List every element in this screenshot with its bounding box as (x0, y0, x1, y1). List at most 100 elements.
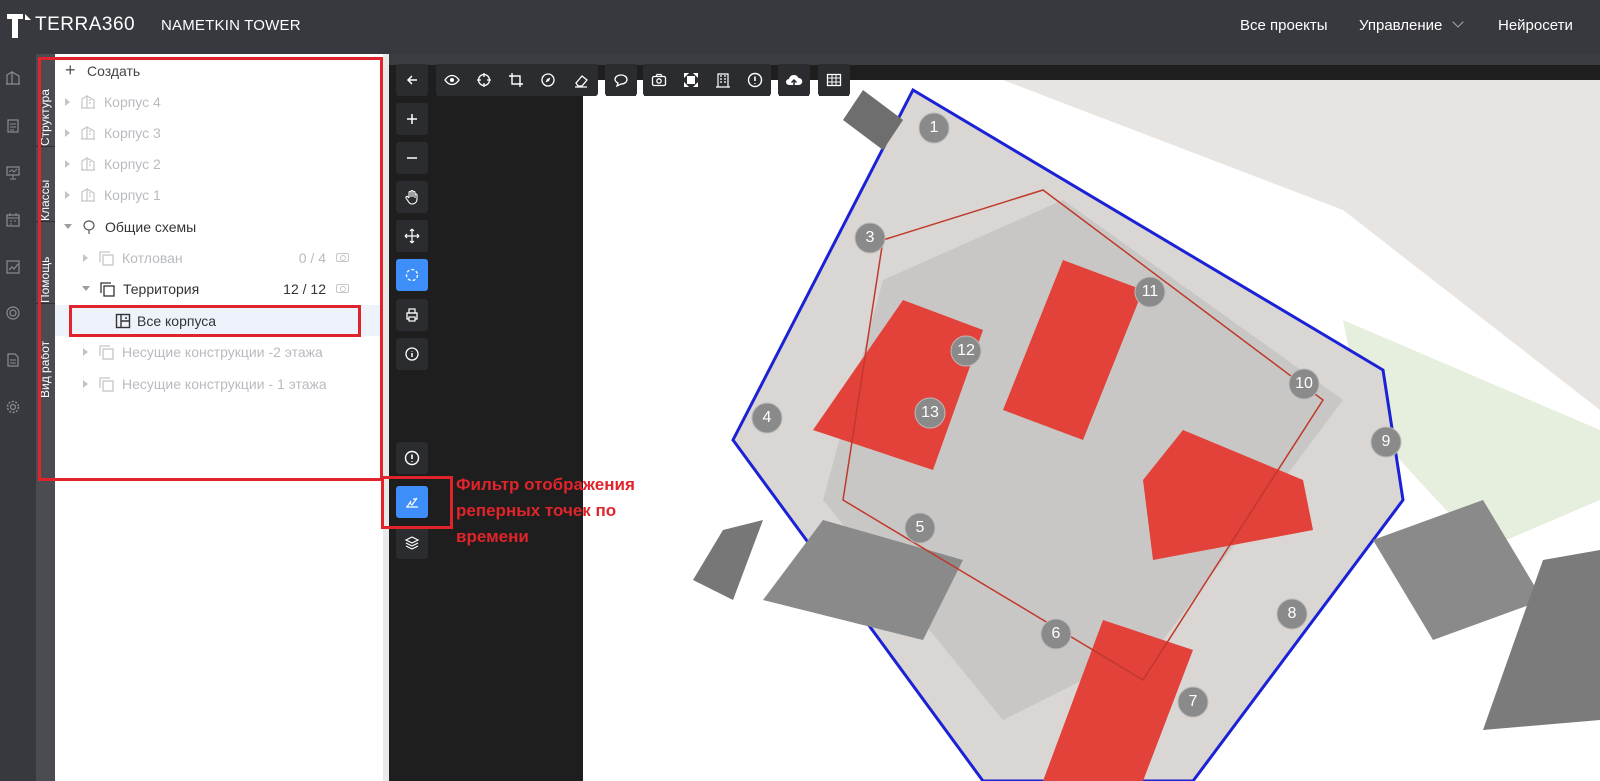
move-button[interactable] (396, 220, 428, 252)
camera-button[interactable] (644, 64, 674, 96)
grid-icon (826, 73, 842, 87)
building-icon[interactable] (5, 70, 21, 86)
presentation-icon[interactable] (5, 165, 21, 181)
document-icon[interactable] (5, 118, 21, 134)
balloon-icon (81, 219, 97, 235)
tree-item-structures-minus2[interactable]: Несущие конструкции -2 этажа (55, 336, 383, 367)
upload-button[interactable] (779, 64, 809, 96)
plan-marker[interactable]: 1 (919, 113, 949, 143)
tree-item-korpus-4[interactable]: Корпус 4 (55, 86, 383, 117)
vertical-tabs: Структура Классы Помощь Вид работ (36, 54, 55, 781)
layers-button[interactable] (396, 527, 428, 559)
plan-marker[interactable]: 13 (915, 398, 945, 428)
caret-down-icon[interactable] (64, 224, 72, 229)
caret-right-icon[interactable] (65, 128, 70, 137)
caret-down-icon[interactable] (82, 286, 90, 291)
fit-button[interactable] (676, 64, 706, 96)
tree-item-label: Котлован (122, 249, 183, 266)
tree-item-structures-minus1[interactable]: Несущие конструкции - 1 этажа (55, 368, 383, 399)
printer-icon (406, 308, 418, 322)
time-filter-button[interactable] (396, 486, 428, 518)
camera-icon[interactable] (336, 253, 349, 262)
building-icon (80, 94, 96, 110)
chart-icon[interactable] (5, 259, 21, 275)
tree-item-label: Корпус 2 (104, 155, 161, 172)
caret-right-icon[interactable] (65, 190, 70, 199)
tree-item-common-schemes[interactable]: Общие схемы (55, 211, 383, 242)
alert-button[interactable] (396, 442, 428, 474)
tree-item-all-buildings[interactable]: Все корпуса (55, 305, 383, 336)
item-count: 0 / 4 (298, 249, 326, 266)
back-button[interactable] (396, 64, 428, 96)
tree-item-kotlovan[interactable]: Котлован 0 / 4 (55, 242, 383, 273)
caret-right-icon[interactable] (65, 159, 70, 168)
building-icon (80, 125, 96, 141)
pan-hand-button[interactable] (396, 181, 428, 213)
comment-button[interactable] (606, 64, 636, 96)
crosshair-icon (477, 73, 491, 87)
plus-icon (407, 114, 417, 124)
zoom-out-button[interactable] (396, 142, 428, 174)
plan-marker[interactable]: 5 (905, 513, 935, 543)
building-icon (716, 73, 730, 88)
plan-marker[interactable]: 6 (1041, 619, 1071, 649)
nav-all-projects[interactable]: Все проекты (1240, 17, 1328, 34)
caret-right-icon[interactable] (83, 347, 88, 356)
plan-marker[interactable]: 11 (1135, 277, 1165, 307)
alert-circle-icon (747, 72, 763, 88)
gear-icon[interactable] (5, 399, 21, 415)
print-button[interactable] (396, 299, 428, 331)
visibility-button[interactable] (437, 64, 467, 96)
plan-marker[interactable]: 3 (855, 223, 885, 253)
tab-work-types[interactable]: Вид работ (36, 304, 55, 398)
settings-ring-icon[interactable] (5, 305, 21, 321)
logo-text: TERRA360 (35, 14, 136, 35)
create-button[interactable]: + Создать (55, 55, 383, 86)
tree-item-korpus-3[interactable]: Корпус 3 (55, 117, 383, 148)
tree-item-territory[interactable]: Территория 12 / 12 (55, 273, 383, 304)
tab-classes[interactable]: Классы (36, 147, 55, 221)
project-title: NAMETKIN TOWER (161, 17, 301, 34)
hand-icon (405, 189, 418, 205)
plan-marker[interactable]: 4 (752, 403, 782, 433)
caret-right-icon[interactable] (83, 379, 88, 388)
site-plan-drawing[interactable]: 1 3 4 5 6 7 8 9 10 11 12 13 (583, 80, 1600, 781)
plan-marker[interactable]: 8 (1277, 599, 1307, 629)
plus-icon: + (65, 60, 76, 80)
left-rail (0, 54, 36, 781)
target-button[interactable] (469, 64, 499, 96)
filter-time-icon (406, 497, 418, 508)
zoom-in-button[interactable] (396, 103, 428, 135)
structure-panel: + Создать Корпус 4 Корпус 3 Корпус 2 Кор… (55, 54, 383, 781)
plan-marker[interactable]: 12 (951, 336, 981, 366)
layers-icon (98, 376, 114, 392)
item-count: 12 / 12 (283, 280, 326, 297)
layers-icon (99, 281, 115, 297)
caret-right-icon[interactable] (83, 253, 88, 262)
nav-management[interactable]: Управление (1359, 16, 1465, 34)
top-bar: TERRA360 NAMETKIN TOWER Все проекты Упра… (0, 0, 1600, 54)
report-icon[interactable] (5, 352, 21, 368)
tree-item-korpus-1[interactable]: Корпус 1 (55, 179, 383, 210)
calendar-icon[interactable] (5, 212, 21, 228)
compass-button[interactable] (533, 64, 563, 96)
rotate-button[interactable] (396, 259, 428, 291)
nav-neural-networks[interactable]: Нейросети (1498, 17, 1573, 34)
logo[interactable]: TERRA360 (5, 10, 135, 40)
building-view-button[interactable] (708, 64, 738, 96)
plan-marker[interactable]: 9 (1371, 427, 1401, 457)
crop-icon (509, 73, 523, 87)
crop-button[interactable] (501, 64, 531, 96)
plan-marker[interactable]: 10 (1289, 369, 1319, 399)
info-button[interactable] (396, 338, 428, 370)
issues-button[interactable] (740, 64, 770, 96)
eraser-button[interactable] (566, 64, 596, 96)
caret-right-icon[interactable] (65, 97, 70, 106)
grid-button[interactable] (819, 64, 849, 96)
tree-item-korpus-2[interactable]: Корпус 2 (55, 148, 383, 179)
tree-item-label: Корпус 4 (104, 93, 161, 110)
tab-structure[interactable]: Структура (36, 54, 55, 146)
tab-help[interactable]: Помощь (36, 222, 55, 303)
camera-icon[interactable] (336, 284, 349, 293)
plan-marker[interactable]: 7 (1178, 687, 1208, 717)
